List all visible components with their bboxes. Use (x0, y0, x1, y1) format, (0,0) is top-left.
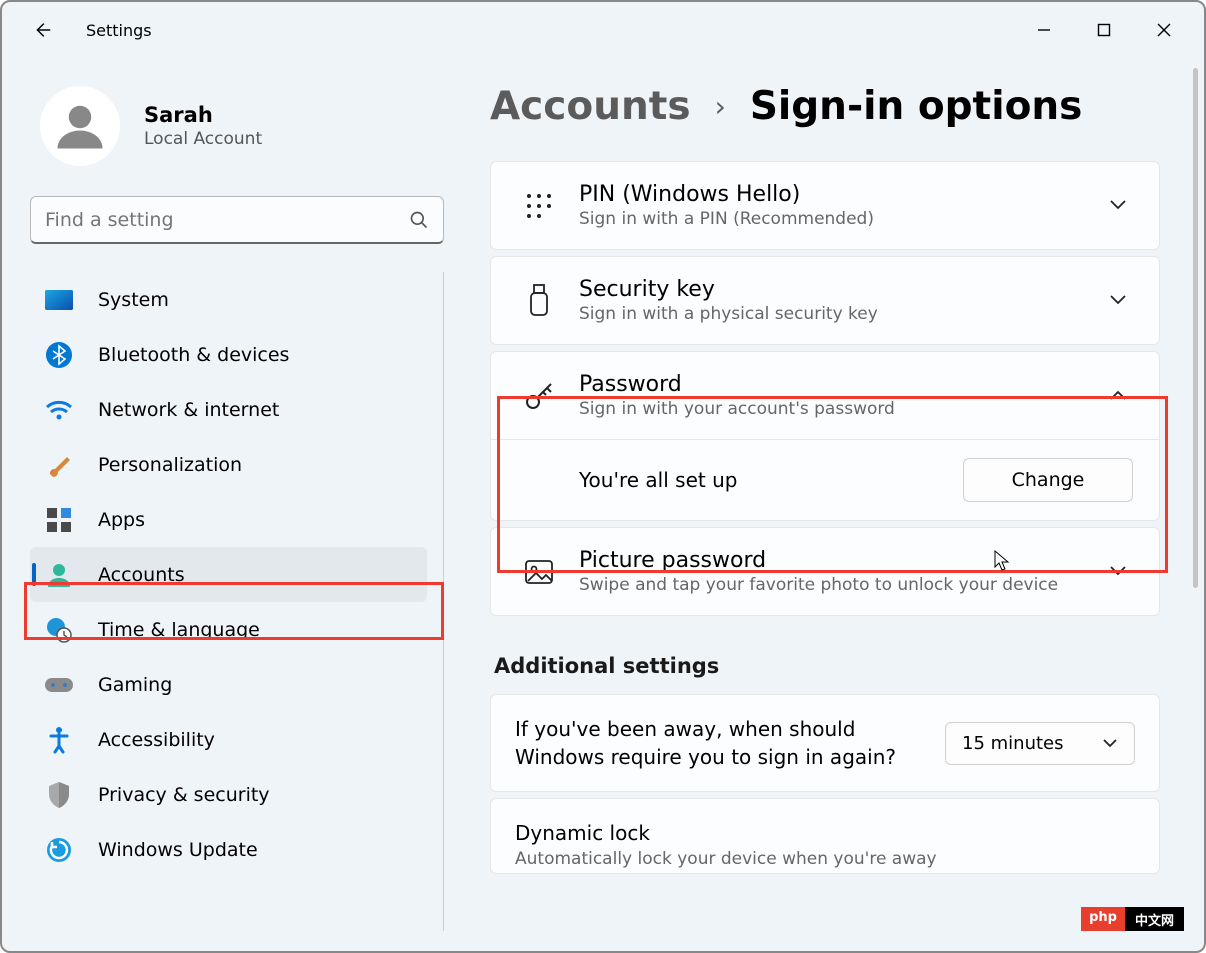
person-icon (44, 560, 74, 590)
key-icon (517, 380, 561, 412)
keypad-icon (517, 192, 561, 220)
search-box[interactable] (30, 196, 444, 244)
option-pin-header[interactable]: PIN (Windows Hello) Sign in with a PIN (… (491, 162, 1159, 249)
away-signin-value: 15 minutes (962, 733, 1064, 754)
sidebar-item-windows-update[interactable]: Windows Update (30, 822, 427, 877)
sidebar-item-network[interactable]: Network & internet (30, 382, 427, 437)
close-button[interactable] (1134, 10, 1194, 50)
sidebar-item-accounts[interactable]: Accounts (30, 547, 427, 602)
sidebar-item-time-language[interactable]: Time & language (30, 602, 427, 657)
option-sub: Sign in with a physical security key (579, 304, 1109, 324)
apps-icon (44, 505, 74, 535)
option-pin: PIN (Windows Hello) Sign in with a PIN (… (490, 161, 1160, 250)
sidebar-item-apps[interactable]: Apps (30, 492, 427, 547)
breadcrumb-parent[interactable]: Accounts (490, 84, 691, 129)
sidebar-item-system[interactable]: System (30, 272, 427, 327)
option-title: Password (579, 372, 1109, 397)
chevron-down-icon (1102, 738, 1118, 748)
profile-account-type: Local Account (144, 129, 262, 149)
bluetooth-icon (44, 340, 74, 370)
sidebar-item-label: Accounts (98, 564, 185, 586)
sidebar-item-gaming[interactable]: Gaming (30, 657, 427, 712)
sidebar-item-label: Personalization (98, 454, 242, 476)
shield-icon (44, 780, 74, 810)
sidebar-item-accessibility[interactable]: Accessibility (30, 712, 427, 767)
sidebar-item-label: Network & internet (98, 399, 279, 421)
settings-window: Settings Sarah Local Account (0, 0, 1206, 953)
nav: System Bluetooth & devices Network & int… (30, 272, 444, 931)
accessibility-icon (44, 725, 74, 755)
clock-globe-icon (44, 615, 74, 645)
search-input[interactable] (45, 209, 409, 231)
maximize-button[interactable] (1074, 10, 1134, 50)
sidebar-item-bluetooth[interactable]: Bluetooth & devices (30, 327, 427, 382)
watermark: php 中文网 (1081, 907, 1184, 931)
chevron-right-icon: › (715, 90, 726, 123)
option-sub: Swipe and tap your favorite photo to unl… (579, 575, 1109, 595)
usb-key-icon (517, 284, 561, 318)
sidebar-item-label: Apps (98, 509, 145, 531)
option-password: Password Sign in with your account's pas… (490, 351, 1160, 521)
dynamic-lock-title: Dynamic lock (515, 819, 1135, 847)
setting-away-signin: If you've been away, when should Windows… (490, 694, 1160, 792)
titlebar: Settings (2, 2, 1204, 58)
sidebar-item-label: Time & language (98, 619, 260, 641)
chevron-up-icon (1109, 386, 1133, 405)
sidebar-item-label: Bluetooth & devices (98, 344, 289, 366)
update-icon (44, 835, 74, 865)
away-signin-select[interactable]: 15 minutes (945, 722, 1135, 765)
wifi-icon (44, 395, 74, 425)
option-title: Picture password (579, 548, 1109, 573)
search-icon (409, 210, 429, 230)
sidebar-item-label: Gaming (98, 674, 172, 696)
option-sub: Sign in with a PIN (Recommended) (579, 209, 1109, 229)
sidebar-item-label: Windows Update (98, 839, 258, 861)
sidebar-item-label: Accessibility (98, 729, 215, 751)
sidebar-item-personalization[interactable]: Personalization (30, 437, 427, 492)
chevron-down-icon (1109, 562, 1133, 581)
option-title: Security key (579, 277, 1109, 302)
back-button[interactable] (22, 10, 62, 50)
gamepad-icon (44, 670, 74, 700)
main-content: Accounts › Sign-in options PIN (Windows … (462, 58, 1204, 951)
option-password-body: You're all set up Change (491, 439, 1159, 520)
sidebar-item-privacy[interactable]: Privacy & security (30, 767, 427, 822)
sidebar: Sarah Local Account System Bluetooth & d… (2, 58, 462, 951)
option-security-key-header[interactable]: Security key Sign in with a physical sec… (491, 257, 1159, 344)
option-password-header[interactable]: Password Sign in with your account's pas… (491, 352, 1159, 439)
option-sub: Sign in with your account's password (579, 399, 1109, 419)
option-picture-password: Picture password Swipe and tap your favo… (490, 527, 1160, 616)
window-title: Settings (86, 21, 152, 40)
profile[interactable]: Sarah Local Account (30, 78, 444, 188)
avatar (40, 86, 120, 166)
sidebar-item-label: Privacy & security (98, 784, 270, 806)
sidebar-item-label: System (98, 289, 169, 311)
image-icon (517, 559, 561, 585)
password-status: You're all set up (579, 468, 963, 492)
breadcrumb: Accounts › Sign-in options (490, 84, 1160, 129)
option-security-key: Security key Sign in with a physical sec… (490, 256, 1160, 345)
page-title: Sign-in options (750, 84, 1083, 129)
option-picture-password-header[interactable]: Picture password Swipe and tap your favo… (491, 528, 1159, 615)
minimize-button[interactable] (1014, 10, 1074, 50)
dynamic-lock-sub: Automatically lock your device when you'… (515, 849, 1135, 869)
change-password-button[interactable]: Change (963, 458, 1133, 502)
profile-name: Sarah (144, 103, 262, 127)
chevron-down-icon (1109, 291, 1133, 310)
chevron-down-icon (1109, 196, 1133, 215)
additional-settings-heading: Additional settings (494, 654, 1160, 678)
setting-dynamic-lock[interactable]: Dynamic lock Automatically lock your dev… (490, 798, 1160, 874)
paintbrush-icon (44, 450, 74, 480)
setting-away-text: If you've been away, when should Windows… (515, 715, 935, 771)
display-icon (44, 285, 74, 315)
option-title: PIN (Windows Hello) (579, 182, 1109, 207)
